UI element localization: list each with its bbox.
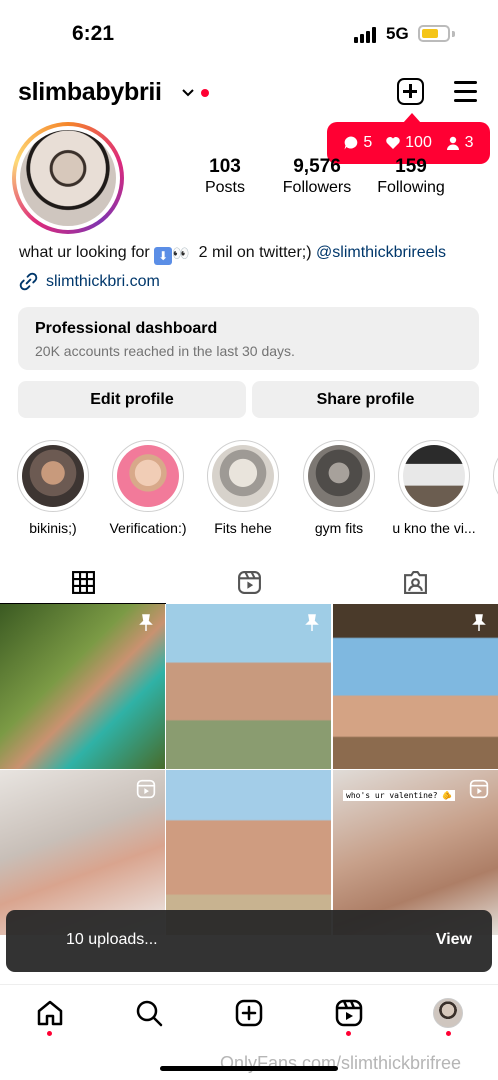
story-highlights: bikinis;) Verification:) Fits hehe gym f… — [0, 440, 498, 540]
highlight-fits[interactable]: Fits hehe — [195, 440, 291, 536]
pin-icon — [472, 614, 486, 631]
highlight-gym-fits[interactable]: gym fits — [291, 440, 387, 536]
account-notification-dot — [201, 89, 209, 97]
create-post-icon[interactable] — [397, 78, 424, 105]
dashboard-subtitle: 20K accounts reached in the last 30 days… — [35, 343, 295, 359]
chevron-down-icon[interactable] — [181, 86, 195, 100]
highlight-bikinis[interactable]: bikinis;) — [5, 440, 101, 536]
home-icon — [37, 1000, 63, 1026]
edit-profile-button[interactable]: Edit profile — [18, 381, 246, 418]
tab-tagged[interactable] — [332, 560, 498, 604]
reels-icon — [237, 570, 261, 594]
highlight-verification[interactable]: Verification:) — [100, 440, 196, 536]
profile-avatar[interactable] — [12, 122, 124, 234]
signal-icon — [354, 27, 380, 43]
reels-icon — [469, 779, 489, 799]
heart-icon — [386, 137, 400, 149]
eyes-emoji-icon: 👀 — [172, 245, 190, 261]
tab-reels[interactable] — [166, 560, 332, 604]
professional-dashboard[interactable]: Professional dashboard 20K accounts reac… — [18, 307, 479, 370]
grid-icon — [71, 570, 95, 594]
profile-notification-dot — [446, 1031, 451, 1036]
reels-icon — [335, 999, 363, 1027]
highlight-partial[interactable] — [481, 440, 498, 512]
status-time: 6:21 — [72, 22, 115, 45]
share-profile-button[interactable]: Share profile — [252, 381, 479, 418]
avatar-photo — [20, 130, 116, 226]
dashboard-title: Professional dashboard — [35, 320, 218, 337]
comments-count: 5 — [343, 134, 372, 152]
down-arrow-emoji-icon: ⬇ — [154, 247, 173, 265]
battery-tip — [452, 31, 455, 37]
bio-text: what ur looking for ⬇ 👀 2 mil on twitter;… — [19, 244, 447, 265]
reels-notification-dot — [346, 1031, 351, 1036]
profile-tab-avatar[interactable] — [433, 998, 463, 1028]
post-thumbnail[interactable] — [0, 604, 165, 769]
bio-mention-link[interactable]: @slimthickbrireels — [316, 244, 446, 261]
home-notification-dot — [47, 1031, 52, 1036]
tab-grid[interactable] — [0, 560, 166, 604]
status-bar: 6:21 5G — [0, 0, 498, 66]
upload-status-text: 10 uploads... — [66, 931, 158, 948]
home-indicator[interactable] — [160, 1066, 338, 1071]
stat-followers[interactable]: 9,576 Followers — [278, 156, 356, 197]
likes-count: 100 — [385, 134, 432, 152]
comment-icon — [344, 136, 358, 150]
pin-icon — [305, 614, 319, 631]
website-link[interactable]: slimthickbri.com — [19, 272, 160, 291]
highlight-u-kno[interactable]: u kno the vi... — [386, 440, 482, 536]
search-tab[interactable] — [134, 998, 164, 1028]
home-tab[interactable] — [35, 998, 65, 1028]
upload-toast: 10 uploads... View — [6, 910, 492, 972]
profile-stats: 103 Posts 9,576 Followers 159 Following — [180, 156, 480, 200]
stat-following[interactable]: 159 Following — [372, 156, 450, 197]
person-icon — [446, 136, 459, 150]
create-icon — [235, 999, 263, 1027]
network-label: 5G — [386, 24, 409, 43]
post-caption-overlay: who's ur valentine? 🫵 — [343, 790, 456, 801]
menu-icon[interactable] — [454, 81, 477, 102]
search-icon — [136, 1000, 163, 1027]
profile-tabs — [0, 560, 498, 604]
tagged-icon — [403, 570, 427, 594]
battery-icon — [418, 25, 450, 42]
username[interactable]: slimbabybrii — [18, 78, 162, 107]
post-thumbnail[interactable] — [333, 604, 498, 769]
stat-posts[interactable]: 103 Posts — [188, 156, 262, 197]
link-icon — [19, 272, 38, 291]
reels-tab[interactable] — [334, 998, 364, 1028]
post-thumbnail[interactable] — [166, 604, 331, 769]
pin-icon — [139, 614, 153, 631]
reels-icon — [136, 779, 156, 799]
create-tab[interactable] — [234, 998, 264, 1028]
view-uploads-button[interactable]: View — [436, 931, 472, 949]
profile-header: slimbabybrii — [0, 74, 498, 114]
followers-count: 3 — [445, 134, 474, 152]
